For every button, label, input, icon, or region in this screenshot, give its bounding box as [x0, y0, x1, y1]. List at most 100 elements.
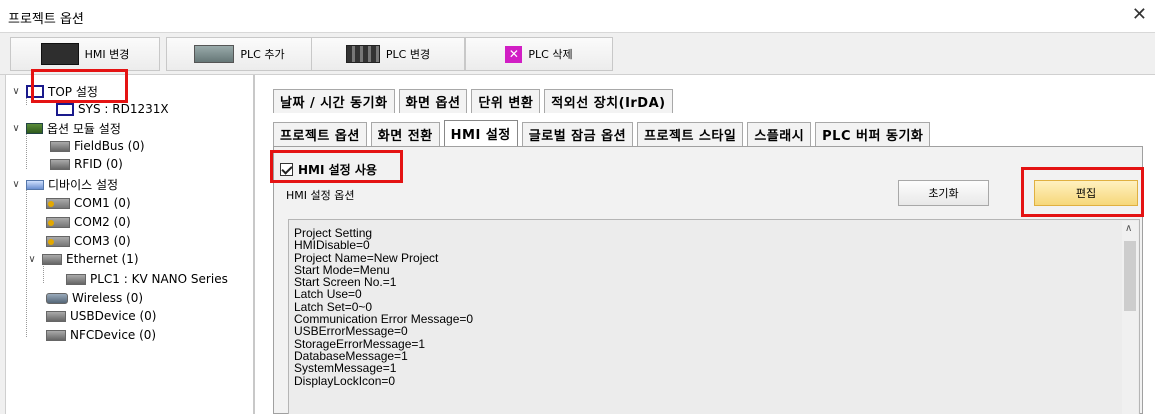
devices-icon: [26, 179, 44, 190]
plc-icon: [66, 273, 86, 285]
tree-item-option-modules[interactable]: ∨ 옵션 모듈 설정: [10, 120, 121, 137]
tree-item-rfid[interactable]: RFID (0): [50, 157, 123, 171]
tree-item-label: 옵션 모듈 설정: [47, 122, 121, 136]
plc-icon: [194, 45, 235, 63]
tree-item-label: PLC1 : KV NANO Series: [90, 272, 228, 286]
tab-project-style[interactable]: 프로젝트 스타일: [637, 122, 744, 146]
tree-item-label: FieldBus (0): [74, 139, 145, 153]
hmi-options-label: HMI 설정 옵션: [286, 189, 355, 202]
hmi-enable-checkbox[interactable]: [280, 163, 293, 176]
tree-item-usbdevice[interactable]: USBDevice (0): [46, 309, 156, 323]
vertical-scrollbar[interactable]: ∧: [1122, 221, 1138, 414]
options-panel: 날짜 / 시간 동기화 화면 옵션 단위 변환 적외선 장치(IrDA) 프로젝…: [257, 75, 1155, 414]
hmi-settings-textarea[interactable]: Project Setting HMIDisable=0 Project Name=…: [288, 219, 1140, 414]
tree-item-com3[interactable]: COM3 (0): [46, 234, 131, 248]
ethernet-icon: [42, 253, 62, 265]
chevron-down-icon[interactable]: ∨: [10, 123, 22, 134]
rfid-icon: [50, 158, 70, 170]
fieldbus-icon: [50, 140, 70, 152]
hmi-change-button[interactable]: HMI 변경: [10, 37, 160, 71]
wireless-icon: [46, 292, 68, 304]
tree-item-top-settings[interactable]: ∨ TOP 설정: [10, 83, 98, 100]
com-port-icon: [46, 235, 70, 247]
tab-global-lock[interactable]: 글로벌 잠금 옵션: [521, 122, 634, 146]
settings-line: Start Mode=Menu: [294, 262, 390, 277]
settings-line: Communication Error Message=0: [294, 312, 474, 327]
plc-delete-button[interactable]: ✕ PLC 삭제: [465, 37, 613, 71]
chevron-down-icon[interactable]: ∨: [10, 86, 22, 97]
hmi-change-label: HMI 변경: [84, 48, 130, 61]
com-port-icon: [46, 216, 70, 228]
tab-hmi-settings[interactable]: HMI 설정: [443, 120, 518, 146]
tree-item-ethernet[interactable]: ∨ Ethernet (1): [26, 252, 139, 266]
plc-delete-label: PLC 삭제: [528, 48, 573, 61]
settings-line: StorageErrorMessage=1: [294, 336, 426, 351]
settings-line: Latch Use=0: [294, 287, 362, 302]
tab-screen-options[interactable]: 화면 옵션: [398, 89, 468, 113]
title-bar: 프로젝트 옵션 ✕: [0, 0, 1155, 33]
edit-button[interactable]: 편집: [1034, 180, 1138, 206]
nfc-device-icon: [46, 329, 66, 341]
tree-item-label: RFID (0): [74, 157, 123, 171]
tab-project-options[interactable]: 프로젝트 옵션: [273, 122, 367, 146]
delete-icon: ✕: [505, 45, 523, 63]
window-title: 프로젝트 옵션: [8, 12, 84, 27]
tree-item-label: 디바이스 설정: [48, 178, 119, 192]
tree-item-label: USBDevice (0): [70, 309, 157, 323]
tree-item-devices[interactable]: ∨ 디바이스 설정: [10, 176, 118, 193]
close-icon[interactable]: ✕: [1132, 4, 1147, 25]
toolbar: HMI 변경 PLC 추가 PLC 변경 ✕ PLC 삭제: [0, 33, 1155, 75]
reset-button[interactable]: 초기화: [898, 180, 989, 206]
tree-item-fieldbus[interactable]: FieldBus (0): [50, 139, 145, 153]
tab-row-2: 프로젝트 옵션 화면 전환 HMI 설정 글로벌 잠금 옵션 프로젝트 스타일 …: [273, 120, 931, 146]
hmi-monitor-icon: [40, 43, 79, 65]
com-port-icon: [46, 197, 70, 209]
tab-row-1: 날짜 / 시간 동기화 화면 옵션 단위 변환 적외선 장치(IrDA): [273, 89, 673, 113]
tree-item-label: SYS : RD1231X: [78, 102, 169, 116]
tab-irda[interactable]: 적외선 장치(IrDA): [544, 89, 673, 113]
scroll-up-icon[interactable]: ∧: [1125, 223, 1132, 235]
plc-change-label: PLC 변경: [385, 48, 431, 61]
settings-line: SystemMessage=1: [294, 361, 397, 376]
monitor-icon: [56, 102, 74, 116]
tab-plc-buffer-sync[interactable]: PLC 버퍼 동기화: [815, 122, 931, 146]
project-tree: ∨ TOP 설정 SYS : RD1231X ∨ 옵션 모듈 설정 FieldB…: [6, 69, 255, 414]
chevron-down-icon[interactable]: ∨: [26, 254, 38, 265]
monitor-icon: [26, 85, 44, 98]
plc-add-button[interactable]: PLC 추가: [166, 37, 312, 71]
plc-add-label: PLC 추가: [240, 48, 285, 61]
tree-item-label: NFCDevice (0): [70, 328, 157, 342]
tree-item-label: TOP 설정: [48, 85, 98, 99]
tab-screen-switch[interactable]: 화면 전환: [370, 122, 440, 146]
tab-datetime-sync[interactable]: 날짜 / 시간 동기화: [273, 89, 395, 113]
settings-line: Project Name=New Project: [294, 250, 439, 265]
hmi-settings-content: HMI 설정 사용 HMI 설정 옵션 초기화 편집 Project Setti…: [270, 146, 1144, 414]
hmi-enable-row: HMI 설정 사용: [280, 161, 377, 178]
tree-item-label: Ethernet (1): [66, 252, 139, 266]
plc-change-button[interactable]: PLC 변경: [311, 37, 465, 71]
plc-change-icon: [345, 45, 380, 63]
tree-item-label: Wireless (0): [72, 291, 144, 305]
tree-item-wireless[interactable]: Wireless (0): [46, 291, 143, 305]
tree-item-plc1[interactable]: PLC1 : KV NANO Series: [66, 272, 228, 286]
settings-line: Project Setting: [294, 226, 373, 240]
settings-line: DatabaseMessage=1: [294, 348, 408, 363]
tree-item-com2[interactable]: COM2 (0): [46, 215, 131, 229]
usb-device-icon: [46, 310, 66, 322]
tree-item-label: COM2 (0): [74, 215, 131, 229]
tree-item-sys[interactable]: SYS : RD1231X: [56, 102, 169, 116]
tree-item-label: COM3 (0): [74, 234, 131, 248]
tree-item-nfcdevice[interactable]: NFCDevice (0): [46, 328, 156, 342]
tab-unit-conversion[interactable]: 단위 변환: [471, 89, 541, 113]
tab-splash[interactable]: 스플래시: [747, 122, 812, 146]
scrollbar-thumb[interactable]: [1124, 241, 1136, 311]
tree-item-label: COM1 (0): [74, 196, 131, 210]
tree-item-com1[interactable]: COM1 (0): [46, 196, 131, 210]
settings-line: HMIDisable=0: [294, 238, 370, 253]
settings-line: DisplayLockIcon=0: [294, 373, 396, 388]
chevron-down-icon[interactable]: ∨: [10, 179, 22, 190]
hmi-enable-label: HMI 설정 사용: [298, 163, 377, 177]
settings-line: USBErrorMessage=0: [294, 324, 408, 339]
module-icon: [26, 123, 43, 134]
settings-lines: Project Setting HMIDisable=0 Project Name=…: [294, 227, 1139, 387]
